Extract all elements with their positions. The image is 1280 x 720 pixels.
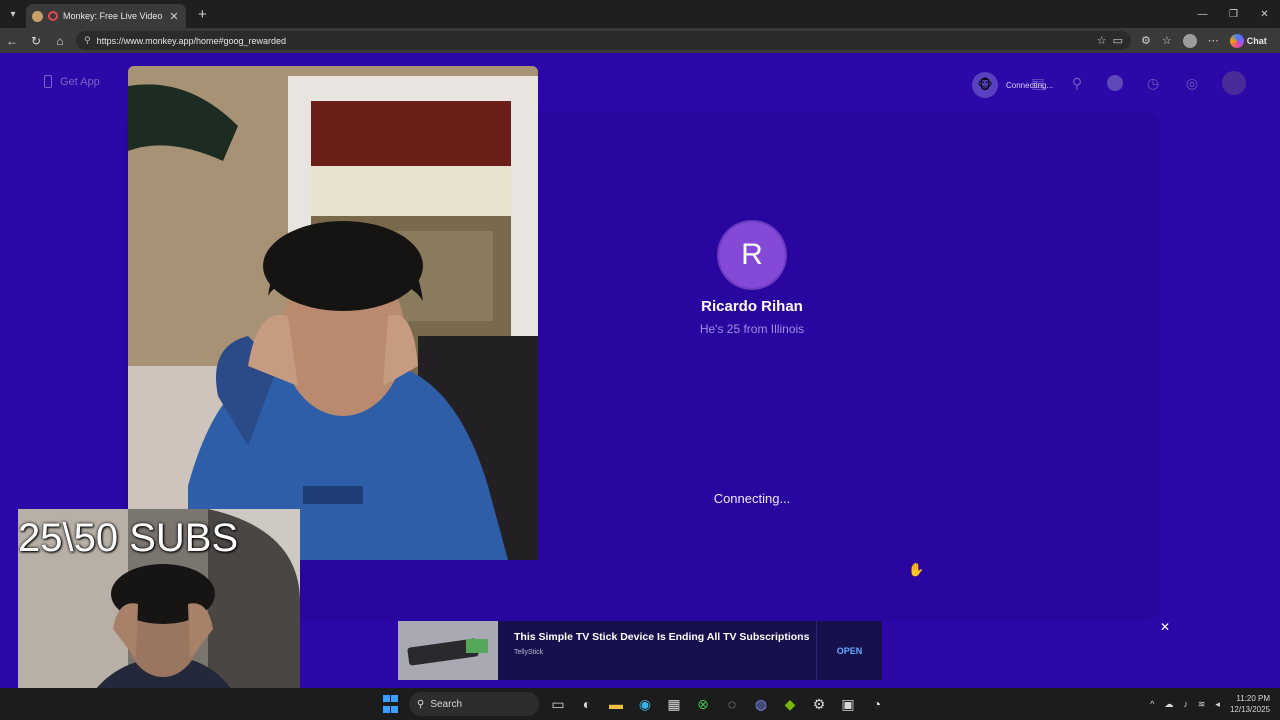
xbox-icon[interactable]: ⊗ [693, 694, 713, 714]
taskbar-apps: ⚲ Search ▭ ◐ ▬ ◉ ▦ ⊗ ◌ ◍ ◆ ⚙ ▣ ◔ [380, 688, 887, 720]
system-tray: ^ ☁ ♪ ≋ ◂ 11:20 PM 12/13/2025 [1150, 688, 1270, 720]
task-view-icon[interactable]: ▭ [548, 694, 568, 714]
url-text: https://www.monkey.app/home#goog_rewarde… [96, 35, 287, 46]
new-tab-icon[interactable]: + [198, 6, 207, 23]
copilot-app-icon[interactable]: ◐ [577, 694, 597, 714]
peer-description: He's 25 from Illinois [699, 322, 805, 336]
tab-title: Monkey: Free Live Video Chat [63, 11, 163, 21]
collections-icon[interactable]: ☆ [1162, 34, 1172, 47]
subscriber-goal-text: 25\50 SUBS [18, 516, 239, 560]
windows-start-icon[interactable] [380, 694, 400, 714]
copilot-icon [1229, 33, 1244, 48]
phone-icon [44, 75, 52, 88]
connection-status-chip: 🐵 Connecting... [972, 72, 1053, 98]
epic-games-icon[interactable]: ▣ [838, 694, 858, 714]
monkey-favicon-icon [32, 10, 43, 22]
store-icon[interactable]: ▦ [664, 694, 684, 714]
messages-icon[interactable]: ◎ [1183, 74, 1201, 92]
file-explorer-icon[interactable]: ▬ [606, 694, 626, 714]
browser-toolbar: ← ↻ ⌂ ⚲ https://www.monkey.app/home#goog… [0, 28, 1280, 53]
get-app-link[interactable]: Get App [44, 75, 100, 88]
obs-icon[interactable]: ◔ [867, 694, 887, 714]
cloud-icon[interactable]: ☁ [1164, 699, 1173, 710]
settings-icon[interactable]: ⚙ [809, 694, 829, 714]
copilot-chat-button[interactable]: Chat [1229, 33, 1267, 48]
address-bar[interactable]: ⚲ https://www.monkey.app/home#goog_rewar… [76, 31, 1131, 50]
home-icon[interactable]: ⌂ [48, 34, 72, 48]
chat-label: Chat [1246, 35, 1267, 46]
tray-overflow-icon[interactable]: ^ [1150, 699, 1154, 709]
ad-title[interactable]: This Simple TV Stick Device Is Ending Al… [514, 630, 816, 645]
wifi-icon[interactable]: ≋ [1198, 699, 1206, 710]
ad-body: This Simple TV Stick Device Is Ending Al… [498, 621, 816, 680]
camera-image [128, 66, 538, 560]
edge-icon[interactable]: ◉ [635, 694, 655, 714]
discord-icon[interactable]: ◍ [751, 694, 771, 714]
window-controls: — ❐ ✕ [1187, 0, 1280, 28]
more-menu-icon[interactable]: ⋯ [1208, 34, 1219, 47]
volume-icon[interactable]: ◂ [1215, 699, 1220, 710]
get-app-label: Get App [60, 75, 100, 88]
history-icon[interactable]: ◷ [1144, 74, 1162, 92]
self-camera-feed [128, 66, 538, 560]
tab-list-icon[interactable]: ▾ [0, 0, 26, 28]
windows-taskbar: ⚲ Search ▭ ◐ ▬ ◉ ▦ ⊗ ◌ ◍ ◆ ⚙ ▣ ◔ ^ ☁ ♪ ≋… [0, 688, 1280, 720]
favorite-star-icon[interactable]: ☆ [1097, 34, 1107, 47]
ad-thumbnail[interactable] [398, 621, 498, 680]
minimize-icon[interactable]: — [1187, 0, 1218, 28]
back-icon[interactable]: ← [0, 34, 24, 48]
microphone-icon[interactable]: ♪ [1183, 699, 1188, 709]
close-tab-icon[interactable]: ✕ [168, 10, 180, 23]
taskbar-search-label: Search [430, 698, 463, 710]
profile-icon[interactable] [1182, 33, 1197, 48]
connecting-status: Connecting... [713, 491, 791, 506]
site-info-icon[interactable]: ⚲ [84, 35, 91, 46]
restore-icon[interactable]: ❐ [1218, 0, 1249, 28]
connection-status-text: Connecting... [1006, 80, 1054, 90]
monkey-face-icon: 🐵 [972, 72, 998, 98]
search-icon: ⚲ [417, 698, 425, 710]
peer-name: Ricardo Rihan [701, 298, 803, 315]
ad-sponsor: TellyStick [514, 649, 544, 656]
extensions-icon[interactable]: ⚙ [1141, 34, 1151, 47]
taskbar-search[interactable]: ⚲ Search [409, 692, 539, 716]
nvidia-icon[interactable]: ◆ [780, 694, 800, 714]
ad-close-icon[interactable]: ✕ [1160, 620, 1170, 634]
hand-cursor-icon: ✋ [908, 562, 925, 577]
active-tab[interactable]: Monkey: Free Live Video Chat ✕ [26, 4, 186, 28]
ad-open-button[interactable]: OPEN [816, 621, 882, 680]
browser-tools: ⚙ ☆ ⋯ Chat [1141, 33, 1267, 48]
clock-date: 12/13/2025 [1229, 705, 1270, 714]
close-window-icon[interactable]: ✕ [1249, 0, 1280, 28]
clock-time: 11:20 PM [1236, 694, 1270, 703]
steam-icon[interactable]: ◌ [722, 694, 742, 714]
tv-stick-image [398, 621, 498, 680]
recording-icon [48, 11, 58, 21]
peer-card: R Ricardo Rihan He's 25 from Illinois [600, 222, 904, 336]
camera-permission-icon[interactable]: ▭ [1113, 34, 1123, 47]
reload-icon[interactable]: ↻ [24, 34, 48, 48]
clock[interactable]: 11:20 PM 12/13/2025 [1230, 693, 1270, 715]
monkey-icon[interactable] [1107, 75, 1123, 91]
top-nav-icons: ▤ ⚲ ◷ ◎ [1029, 71, 1246, 95]
browser-tab-bar: ▾ Monkey: Free Live Video Chat ✕ + — ❐ ✕ [0, 0, 1280, 28]
user-avatar[interactable] [1222, 71, 1246, 95]
ad-banner[interactable]: This Simple TV Stick Device Is Ending Al… [398, 621, 882, 680]
search-icon[interactable]: ⚲ [1068, 74, 1086, 92]
peer-avatar: R [719, 222, 785, 288]
